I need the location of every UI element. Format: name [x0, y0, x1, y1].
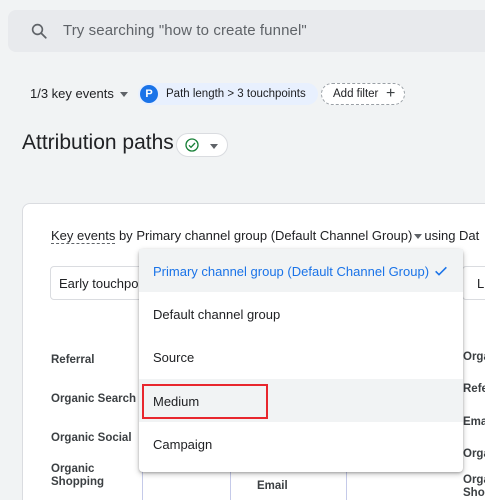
row-label-organic-social: Organic Social	[51, 432, 132, 444]
row-label-organic-shopping: Organic Shopping	[51, 463, 105, 488]
late-touchpoints-label: L	[477, 276, 485, 291]
late-touchpoints-header: L	[462, 266, 485, 300]
row-label-referral: Referral	[51, 354, 95, 366]
menu-item-default-channel-group[interactable]: Default channel group	[139, 292, 463, 335]
filter-chip-label: Path length > 3 touchpoints	[166, 88, 306, 100]
dimension-menu: Primary channel group (Default Channel G…	[139, 249, 463, 472]
right-label-1: Orga	[463, 351, 485, 363]
check-icon	[435, 266, 447, 276]
menu-item-label: Primary channel group (Default Channel G…	[153, 264, 430, 279]
search-bar[interactable]: Try searching "how to create funnel"	[8, 10, 485, 52]
by-text: by	[118, 228, 133, 243]
right-label-5: Orga Shop	[463, 474, 485, 499]
key-events-label: 1/3 key events	[30, 86, 114, 101]
path-badge-icon: P	[140, 85, 158, 103]
filter-row: 1/3 key events P Path length > 3 touchpo…	[0, 78, 485, 112]
menu-item-campaign[interactable]: Campaign	[139, 422, 463, 465]
dimension-selector[interactable]: Primary channel group (Default Channel G…	[136, 228, 412, 243]
annotation-highlight	[142, 384, 268, 419]
grid-line	[142, 470, 143, 500]
add-filter-label: Add filter	[333, 88, 379, 100]
right-label-4: Orga	[463, 448, 485, 460]
search-icon	[31, 23, 47, 39]
using-text: using Dat	[424, 228, 480, 243]
menu-item-label: Source	[153, 350, 195, 365]
row-label-organic-search: Organic Search	[51, 393, 137, 405]
metric-selector[interactable]: Key events	[51, 228, 116, 244]
app-root: Try searching "how to create funnel" 1/3…	[0, 0, 485, 500]
add-filter-button[interactable]: Add filter +	[321, 83, 406, 105]
filter-chip[interactable]: P Path length > 3 touchpoints	[138, 83, 318, 105]
chevron-down-icon[interactable]	[414, 234, 423, 240]
grid-line	[230, 470, 231, 500]
menu-item-primary-channel-group[interactable]: Primary channel group (Default Channel G…	[139, 249, 463, 292]
early-touchpoints-header: Early touchpo	[50, 266, 150, 300]
grid-line	[346, 470, 347, 500]
chevron-down-icon	[210, 144, 218, 149]
menu-item-label: Default channel group	[153, 307, 281, 322]
bottom-label-email: Email	[257, 480, 288, 492]
check-circle-icon	[185, 138, 199, 152]
page-title: Attribution paths	[22, 131, 174, 154]
right-label-3: Ema	[463, 416, 485, 428]
plus-icon: +	[386, 85, 396, 102]
key-events-dropdown[interactable]: 1/3 key events	[30, 86, 128, 101]
search-input[interactable]: Try searching "how to create funnel"	[63, 22, 307, 39]
menu-item-label: Campaign	[153, 437, 213, 452]
chevron-down-icon	[119, 92, 128, 98]
card-header: Key events by Primary channel group (Def…	[51, 228, 480, 244]
right-label-2: Refe	[463, 383, 485, 395]
menu-item-source[interactable]: Source	[139, 335, 463, 378]
status-dropdown[interactable]	[176, 133, 228, 157]
early-touchpoints-label: Early touchpo	[59, 276, 139, 291]
